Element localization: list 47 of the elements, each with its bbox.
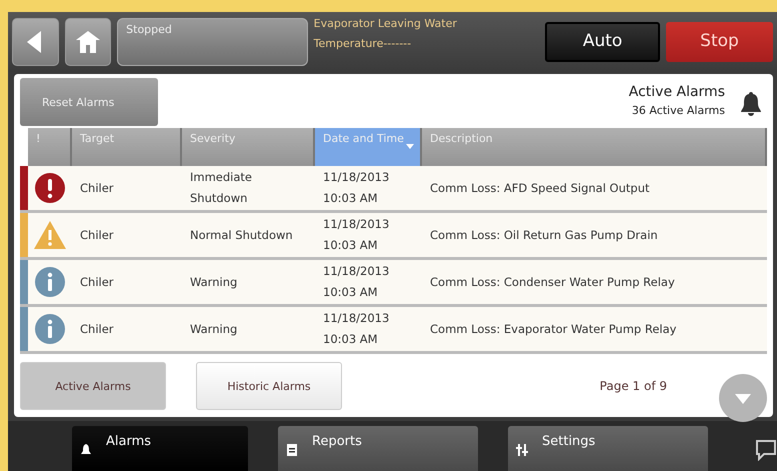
- tab[interactable]: Active Alarms: [20, 362, 166, 410]
- info-icon: [35, 314, 65, 344]
- table-cell-text: Immediate Shutdown: [189, 169, 253, 207]
- alarms-icon: [80, 444, 92, 456]
- table-cell-text: 11/18/2013 10:03 AM: [322, 216, 390, 254]
- info-icon: [35, 267, 65, 297]
- chat-icon: [755, 439, 777, 461]
- table-cell-text: Chiler: [79, 180, 115, 196]
- temperature-reading: Evaporator Leaving Water Temperature-------: [314, 16, 458, 52]
- table-cell-text: Chiler: [79, 274, 115, 290]
- status-field: Stopped: [117, 18, 308, 66]
- alarm-row[interactable]: Chiler Warning 11/18/2013 10:03 AM Comm Loss: Evaporator Water Pump Relay: [20, 307, 767, 354]
- alarm-row[interactable]: Chiler Warning 11/18/2013 10:03 AM Comm Loss: Condenser Water Pump Relay: [20, 260, 767, 307]
- nav-tab[interactable]: Reports: [278, 426, 478, 471]
- reports-icon: [286, 444, 298, 456]
- stop-button[interactable]: Stop: [666, 22, 773, 62]
- sort-icon: [406, 144, 414, 149]
- alarm-row[interactable]: Chiler Immediate Shutdown 11/18/2013 10:03 AM Comm Loss: AFD Speed Signal Output: [20, 166, 767, 213]
- exclamation-icon: [35, 173, 65, 203]
- tab[interactable]: Historic Alarms: [196, 362, 342, 410]
- table-cell-text: Chiler: [79, 226, 115, 244]
- table-cell-text: Chiler: [79, 320, 115, 338]
- table-cell-text: Comm Loss: AFD Speed Signal Output: [429, 180, 651, 196]
- table-cell-text: Warning: [189, 274, 238, 290]
- settings-icon: [516, 444, 528, 456]
- page-indicator: Page 1 of 9: [600, 378, 667, 395]
- nav-tab[interactable]: Alarms: [72, 426, 248, 471]
- table-cell-text: Normal Shutdown: [189, 226, 294, 244]
- caret-icon: [735, 394, 751, 404]
- alarm-row[interactable]: Chiler Normal Shutdown 11/18/2013 10:03 AM Comm Loss: Oil Return Gas Pump Drain: [20, 213, 767, 260]
- panel-title: Active Alarms: [628, 83, 725, 102]
- bell-icon: [739, 92, 763, 116]
- table-cell-text: Warning: [189, 320, 238, 338]
- back-button[interactable]: [12, 18, 59, 66]
- alarm-count: 36 Active Alarms: [630, 103, 725, 119]
- nav-tab[interactable]: Settings: [508, 426, 708, 471]
- home-icon: [76, 31, 100, 53]
- table-cell-text: Comm Loss: Evaporator Water Pump Relay: [429, 320, 678, 338]
- table-cell-text: 11/18/2013 10:03 AM: [322, 169, 390, 207]
- table-cell-text: Comm Loss: Oil Return Gas Pump Drain: [429, 226, 659, 244]
- warning-icon: [34, 221, 66, 249]
- auto-button[interactable]: Auto: [545, 22, 660, 62]
- table-cell-text: 11/18/2013 10:03 AM: [322, 310, 390, 348]
- table-cell-text: 11/18/2013 10:03 AM: [322, 263, 390, 301]
- table-cell-text: Comm Loss: Condenser Water Pump Relay: [429, 274, 676, 290]
- home-button[interactable]: [64, 18, 112, 66]
- back-icon: [27, 31, 44, 53]
